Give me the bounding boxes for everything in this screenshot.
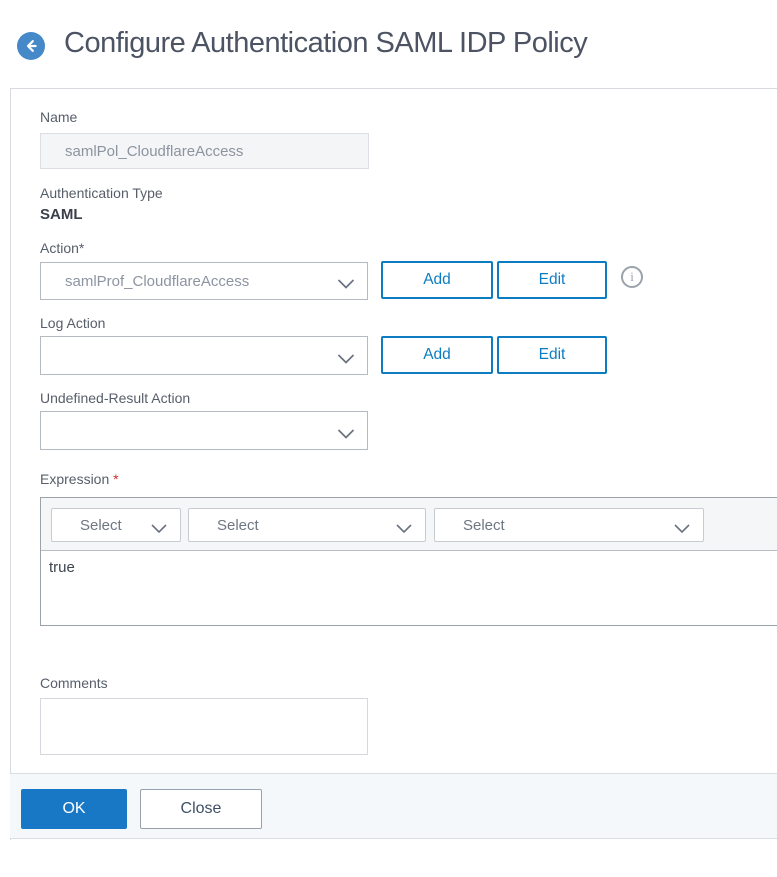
name-label: Name	[40, 109, 78, 125]
undefined-result-action-dropdown[interactable]	[40, 411, 368, 450]
ok-button[interactable]: OK	[21, 789, 127, 829]
chevron-down-icon	[674, 520, 690, 537]
arrow-left-icon	[23, 38, 39, 54]
expression-required-mark: *	[113, 471, 119, 487]
chevron-down-icon	[337, 351, 355, 368]
log-action-dropdown[interactable]	[40, 336, 368, 375]
log-action-add-label: Add	[423, 346, 451, 363]
close-button[interactable]: Close	[140, 789, 262, 829]
authentication-type-value: SAML	[40, 206, 83, 223]
action-dropdown[interactable]: samlProf_CloudflareAccess	[40, 262, 368, 300]
expression-select-2[interactable]: Select	[188, 508, 426, 542]
close-button-label: Close	[180, 800, 222, 817]
log-action-edit-button[interactable]: Edit	[497, 336, 607, 374]
expression-label-text: Expression	[40, 471, 110, 487]
action-label: Action*	[40, 240, 85, 256]
log-action-edit-label: Edit	[538, 346, 566, 363]
chevron-down-icon	[337, 276, 355, 293]
expression-select-3-value: Select	[463, 516, 505, 534]
expression-toolbar: Select Select Select	[41, 498, 777, 551]
chevron-down-icon	[151, 520, 167, 537]
expression-select-2-value: Select	[217, 516, 259, 534]
expression-input[interactable]: true	[41, 552, 777, 625]
expression-builder: Select Select Select true	[40, 497, 777, 626]
action-edit-label: Edit	[538, 271, 566, 288]
undefined-result-action-label: Undefined-Result Action	[40, 390, 191, 406]
expression-label: Expression *	[40, 471, 119, 487]
page-title: Configure Authentication SAML IDP Policy	[64, 27, 588, 59]
log-action-label: Log Action	[40, 315, 106, 331]
log-action-add-button[interactable]: Add	[381, 336, 493, 374]
action-dropdown-value: samlProf_CloudflareAccess	[65, 272, 250, 290]
name-input[interactable]	[40, 133, 369, 169]
comments-label: Comments	[40, 675, 108, 691]
expression-select-1[interactable]: Select	[51, 508, 181, 542]
action-edit-button[interactable]: Edit	[497, 261, 607, 299]
chevron-down-icon	[337, 426, 355, 443]
expression-select-1-value: Select	[80, 516, 122, 534]
back-button[interactable]	[17, 32, 45, 60]
comments-input[interactable]	[40, 698, 368, 755]
action-add-label: Add	[423, 271, 451, 288]
ok-button-label: OK	[62, 800, 86, 817]
authentication-type-label: Authentication Type	[40, 185, 163, 201]
expression-select-3[interactable]: Select	[434, 508, 704, 542]
info-icon[interactable]: i	[621, 266, 643, 288]
action-add-button[interactable]: Add	[381, 261, 493, 299]
chevron-down-icon	[396, 520, 412, 537]
